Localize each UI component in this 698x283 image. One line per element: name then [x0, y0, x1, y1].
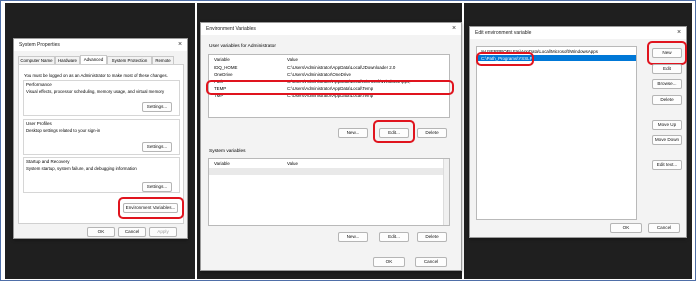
col-value-header: Value [287, 160, 298, 166]
user-delete-button[interactable]: Delete [417, 128, 447, 138]
highlight-environment-variables [118, 197, 184, 219]
highlight-new-button [647, 41, 687, 65]
performance-title: Performance [26, 82, 52, 87]
tab-hardware[interactable]: Hardware [55, 56, 80, 64]
system-delete-button[interactable]: Delete [417, 232, 447, 242]
browse-button[interactable]: Browse... [652, 79, 682, 89]
cancel-button[interactable]: Cancel [415, 257, 447, 267]
user-variables-label: User variables for Administrator [209, 44, 276, 49]
ok-button[interactable]: OK [610, 223, 642, 233]
user-new-button[interactable]: New... [338, 128, 368, 138]
environment-variables-dialog: Environment Variables × User variables f… [200, 22, 462, 271]
apply-button[interactable]: Apply [149, 227, 177, 237]
table-row[interactable]: OneDrive C:\Users\Administrator\OneDrive [209, 71, 449, 77]
ok-button[interactable]: OK [87, 227, 115, 237]
cancel-button[interactable]: Cancel [118, 227, 146, 237]
highlight-new-entry [476, 52, 534, 66]
col-variable-header: Variable [214, 56, 230, 62]
edit-text-button[interactable]: Edit text... [652, 160, 682, 170]
startup-settings-button[interactable]: Settings... [142, 182, 172, 192]
user-profiles-desc: Desktop settings related to your sign-in [26, 128, 101, 133]
list-header: Variable Value [209, 160, 449, 166]
performance-desc: Visual effects, processor scheduling, me… [26, 89, 165, 94]
startup-desc: System startup, system failure, and debu… [26, 166, 137, 171]
col-value-header: Value [287, 56, 298, 62]
tab-remote[interactable]: Remote [152, 56, 174, 64]
system-new-button[interactable]: New... [338, 232, 368, 242]
dialog-title: Edit environment variable [475, 30, 532, 36]
highlight-edit-button [373, 120, 415, 143]
user-profiles-settings-button[interactable]: Settings... [142, 142, 172, 152]
tab-system-protection[interactable]: System Protection [107, 56, 152, 64]
titlebar: System Properties × [14, 39, 187, 51]
titlebar: Environment Variables × [201, 23, 461, 35]
dialog-title: System Properties [19, 42, 60, 48]
system-properties-dialog: System Properties × Computer Name Hardwa… [13, 38, 188, 239]
scrollbar[interactable] [443, 159, 449, 225]
variable-value: C:\Users\Administrator\AppData\Local\JDo… [287, 64, 396, 70]
edit-environment-variable-dialog: Edit environment variable × %USERPROFILE… [469, 26, 687, 238]
variable-value: C:\Users\Administrator\OneDrive [287, 71, 351, 77]
move-up-button[interactable]: Move Up [652, 120, 682, 130]
list-header: Variable Value [209, 56, 449, 62]
tab-advanced[interactable]: Advanced [80, 55, 107, 64]
system-variables-label: System variables [209, 149, 246, 154]
startup-title: Startup and Recovery [26, 159, 70, 164]
admin-note: You must be logged on as an Administrato… [24, 73, 168, 78]
user-profiles-title: User Profiles [26, 121, 52, 126]
close-icon[interactable]: × [675, 29, 683, 37]
system-edit-button[interactable]: Edit... [379, 232, 409, 242]
highlight-path-row [206, 80, 454, 95]
ok-button[interactable]: OK [373, 257, 405, 267]
delete-button[interactable]: Delete [652, 95, 682, 105]
edit-button[interactable]: Edit [652, 64, 682, 74]
variable-name: OneDrive [214, 71, 233, 77]
table-row-empty[interactable] [209, 168, 444, 175]
performance-settings-button[interactable]: Settings... [142, 102, 172, 112]
tab-computer-name[interactable]: Computer Name [18, 56, 55, 64]
col-variable-header: Variable [214, 160, 230, 166]
table-row[interactable]: IDQ_HOME C:\Users\Administrator\AppData\… [209, 64, 449, 70]
path-entries-list: %USERPROFILE%\AppData\Local\Microsoft\Wi… [476, 46, 637, 220]
variable-name: IDQ_HOME [214, 64, 238, 70]
move-down-button[interactable]: Move Down [652, 135, 682, 145]
close-icon[interactable]: × [176, 41, 184, 49]
titlebar: Edit environment variable × [470, 27, 686, 39]
close-icon[interactable]: × [450, 25, 458, 33]
system-variables-list: Variable Value [208, 158, 450, 226]
cancel-button[interactable]: Cancel [648, 223, 680, 233]
dialog-title: Environment Variables [206, 26, 256, 32]
